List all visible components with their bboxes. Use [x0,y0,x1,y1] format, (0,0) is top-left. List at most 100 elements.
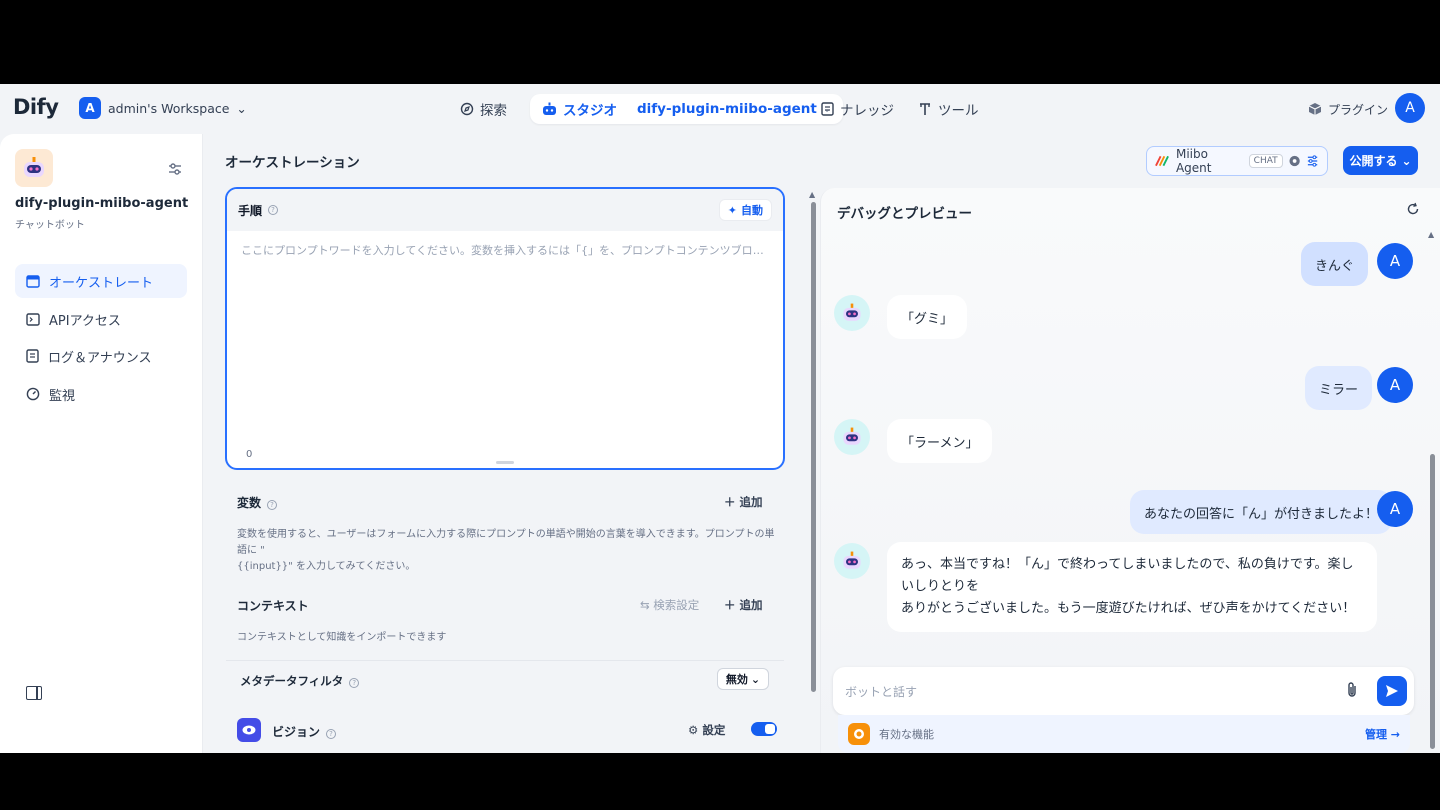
sidebar: dify-plugin-miibo-agent チャットボット オーケストレート… [0,134,203,753]
terminal-icon [26,312,40,326]
feature-icon [848,723,870,745]
sidebar-item-label: オーケストレート [49,275,154,291]
sidebar-app-name: dify-plugin-miibo-agent [15,196,189,211]
robot-icon [843,551,861,569]
dify-logo[interactable]: Dify [13,95,59,119]
workspace-name: admin's Workspace [108,100,230,116]
user-avatar: A [1377,243,1413,279]
sidebar-item-monitoring[interactable]: 監視 [15,377,187,411]
prompt-title: 手順 [238,203,263,218]
sparkle-icon: ✦ [727,203,737,217]
help-icon[interactable]: ? [268,205,279,215]
nav-tools[interactable]: ツール [918,94,979,124]
vision-title: ビジョン? [272,723,337,740]
paperclip-icon[interactable] [1345,681,1359,699]
auto-generate-label: 自動 [741,204,763,217]
publish-label: 公開する [1349,154,1398,168]
user-message: あなたの回答に「ん」が付きましたよ！ [1130,490,1393,534]
bot-avatar [834,543,870,579]
current-app-name[interactable]: dify-plugin-miibo-agent [637,101,817,117]
settings-sliders-icon[interactable] [1306,154,1319,168]
robot-icon [843,427,861,445]
help-icon[interactable]: ? [326,729,337,739]
chat-input[interactable]: ボットと話す [845,683,917,700]
model-name: Miibo Agent [1175,147,1212,175]
chevron-down-icon: ⌄ [750,672,761,686]
chat-input-box[interactable]: ボットと話す [833,667,1414,715]
top-bar: Dify A admin's Workspace ⌄ 探索 スタジオ dify-… [0,84,1440,134]
bot-message: 「ラーメン」 [887,419,993,463]
app-frame: Dify A admin's Workspace ⌄ 探索 スタジオ dify-… [0,84,1440,753]
workspace-switcher[interactable]: A admin's Workspace ⌄ [79,97,247,119]
scrollbar[interactable] [1430,454,1435,749]
retrieval-settings-button[interactable]: ⇆ 検索設定 [640,597,699,613]
prompt-editor-card: 手順 ? ✦ 自動 ここにプロンプトワードを入力してください。変数を挿入するには… [225,187,785,470]
variables-description: 変数を使用すると、ユーザーはフォームに入力する際にプロンプトの単語や開始の言葉を… [237,529,775,572]
sidebar-item-orchestrate[interactable]: オーケストレート [15,264,187,298]
gear-icon: ⚙ [688,723,699,737]
nav-plugins[interactable]: プラグイン [1308,94,1388,124]
send-button[interactable] [1377,676,1407,706]
layout-icon [26,274,40,288]
nav-tools-label: ツール [938,103,979,119]
sidebar-item-label: APIアクセス [49,313,121,329]
file-list-icon [26,349,39,363]
book-icon [821,102,834,116]
scrollbar[interactable] [811,202,816,692]
scroll-up-icon[interactable]: ▲ [1428,230,1434,239]
settings-sliders-icon[interactable] [166,160,184,178]
prompt-input[interactable]: ここにプロンプトワードを入力してください。変数を挿入するには「{」を、プロンプト… [241,242,771,258]
help-icon[interactable]: ? [267,500,278,510]
context-description: コンテキストとして知識をインポートできます [237,632,447,643]
nav-knowledge-label: ナレッジ [840,103,894,119]
divider [226,660,784,661]
app-icon [15,149,53,187]
scroll-up-icon[interactable]: ▲ [809,190,815,199]
prompt-char-count: 0 [246,449,253,460]
workspace-avatar: A [79,97,101,119]
robot-icon [24,157,44,177]
nav-explore[interactable]: 探索 [460,94,507,124]
help-icon[interactable]: ? [349,678,360,688]
features-bar: 有効な機能 管理 → [838,715,1410,753]
vision-settings-button[interactable]: ⚙ 設定 [688,722,725,738]
sidebar-item-label: 監視 [49,388,76,404]
sidebar-item-label: ログ＆アナウンス [48,350,152,366]
sidebar-item-api-access[interactable]: APIアクセス [15,302,187,336]
refresh-icon[interactable] [1406,202,1420,216]
model-mode-tag: CHAT [1248,154,1283,168]
resize-handle[interactable] [496,461,514,464]
metadata-filter-select[interactable]: 無効 ⌄ [717,668,769,690]
add-context-button[interactable]: ＋ 追加 [724,597,763,613]
cube-icon [1308,103,1322,115]
nav-studio[interactable]: スタジオ dify-plugin-miibo-agent ⌄ [530,94,844,124]
user-message: ミラー [1305,366,1373,410]
bot-message: あっ、本当ですね！「ん」で終わってしまいましたので、私の負けです。楽しいしりとり… [887,542,1377,632]
bot-message: 「グミ」 [887,295,968,339]
send-icon [1386,685,1398,697]
user-message: きんぐ [1301,242,1369,286]
vision-toggle[interactable] [751,722,777,736]
prompt-editor-header: 手順 ? ✦ 自動 [227,189,783,231]
dashboard-icon [26,387,40,401]
add-variable-button[interactable]: ＋ 追加 [724,494,763,510]
eye-icon [237,718,261,742]
miibo-logo-icon [1155,155,1169,167]
auto-generate-button[interactable]: ✦ 自動 [718,199,772,221]
user-avatar: A [1377,491,1413,527]
user-avatar[interactable]: A [1395,93,1425,123]
nav-explore-label: 探索 [480,103,507,119]
sidebar-collapse-icon[interactable] [26,686,42,700]
robot-icon [543,102,556,115]
publish-button[interactable]: 公開する ⌄ [1343,146,1418,175]
nav-knowledge[interactable]: ナレッジ [821,94,894,124]
chevron-down-icon: ⌄ [236,100,247,116]
eye-icon [1289,155,1300,167]
nav-studio-label: スタジオ [563,103,617,119]
model-selector-button[interactable]: Miibo Agent CHAT [1146,146,1328,176]
manage-features-button[interactable]: 管理 → [1365,726,1400,742]
bot-avatar [834,295,870,331]
sidebar-item-logs[interactable]: ログ＆アナウンス [15,339,187,373]
user-avatar: A [1377,367,1413,403]
robot-icon [843,303,861,321]
